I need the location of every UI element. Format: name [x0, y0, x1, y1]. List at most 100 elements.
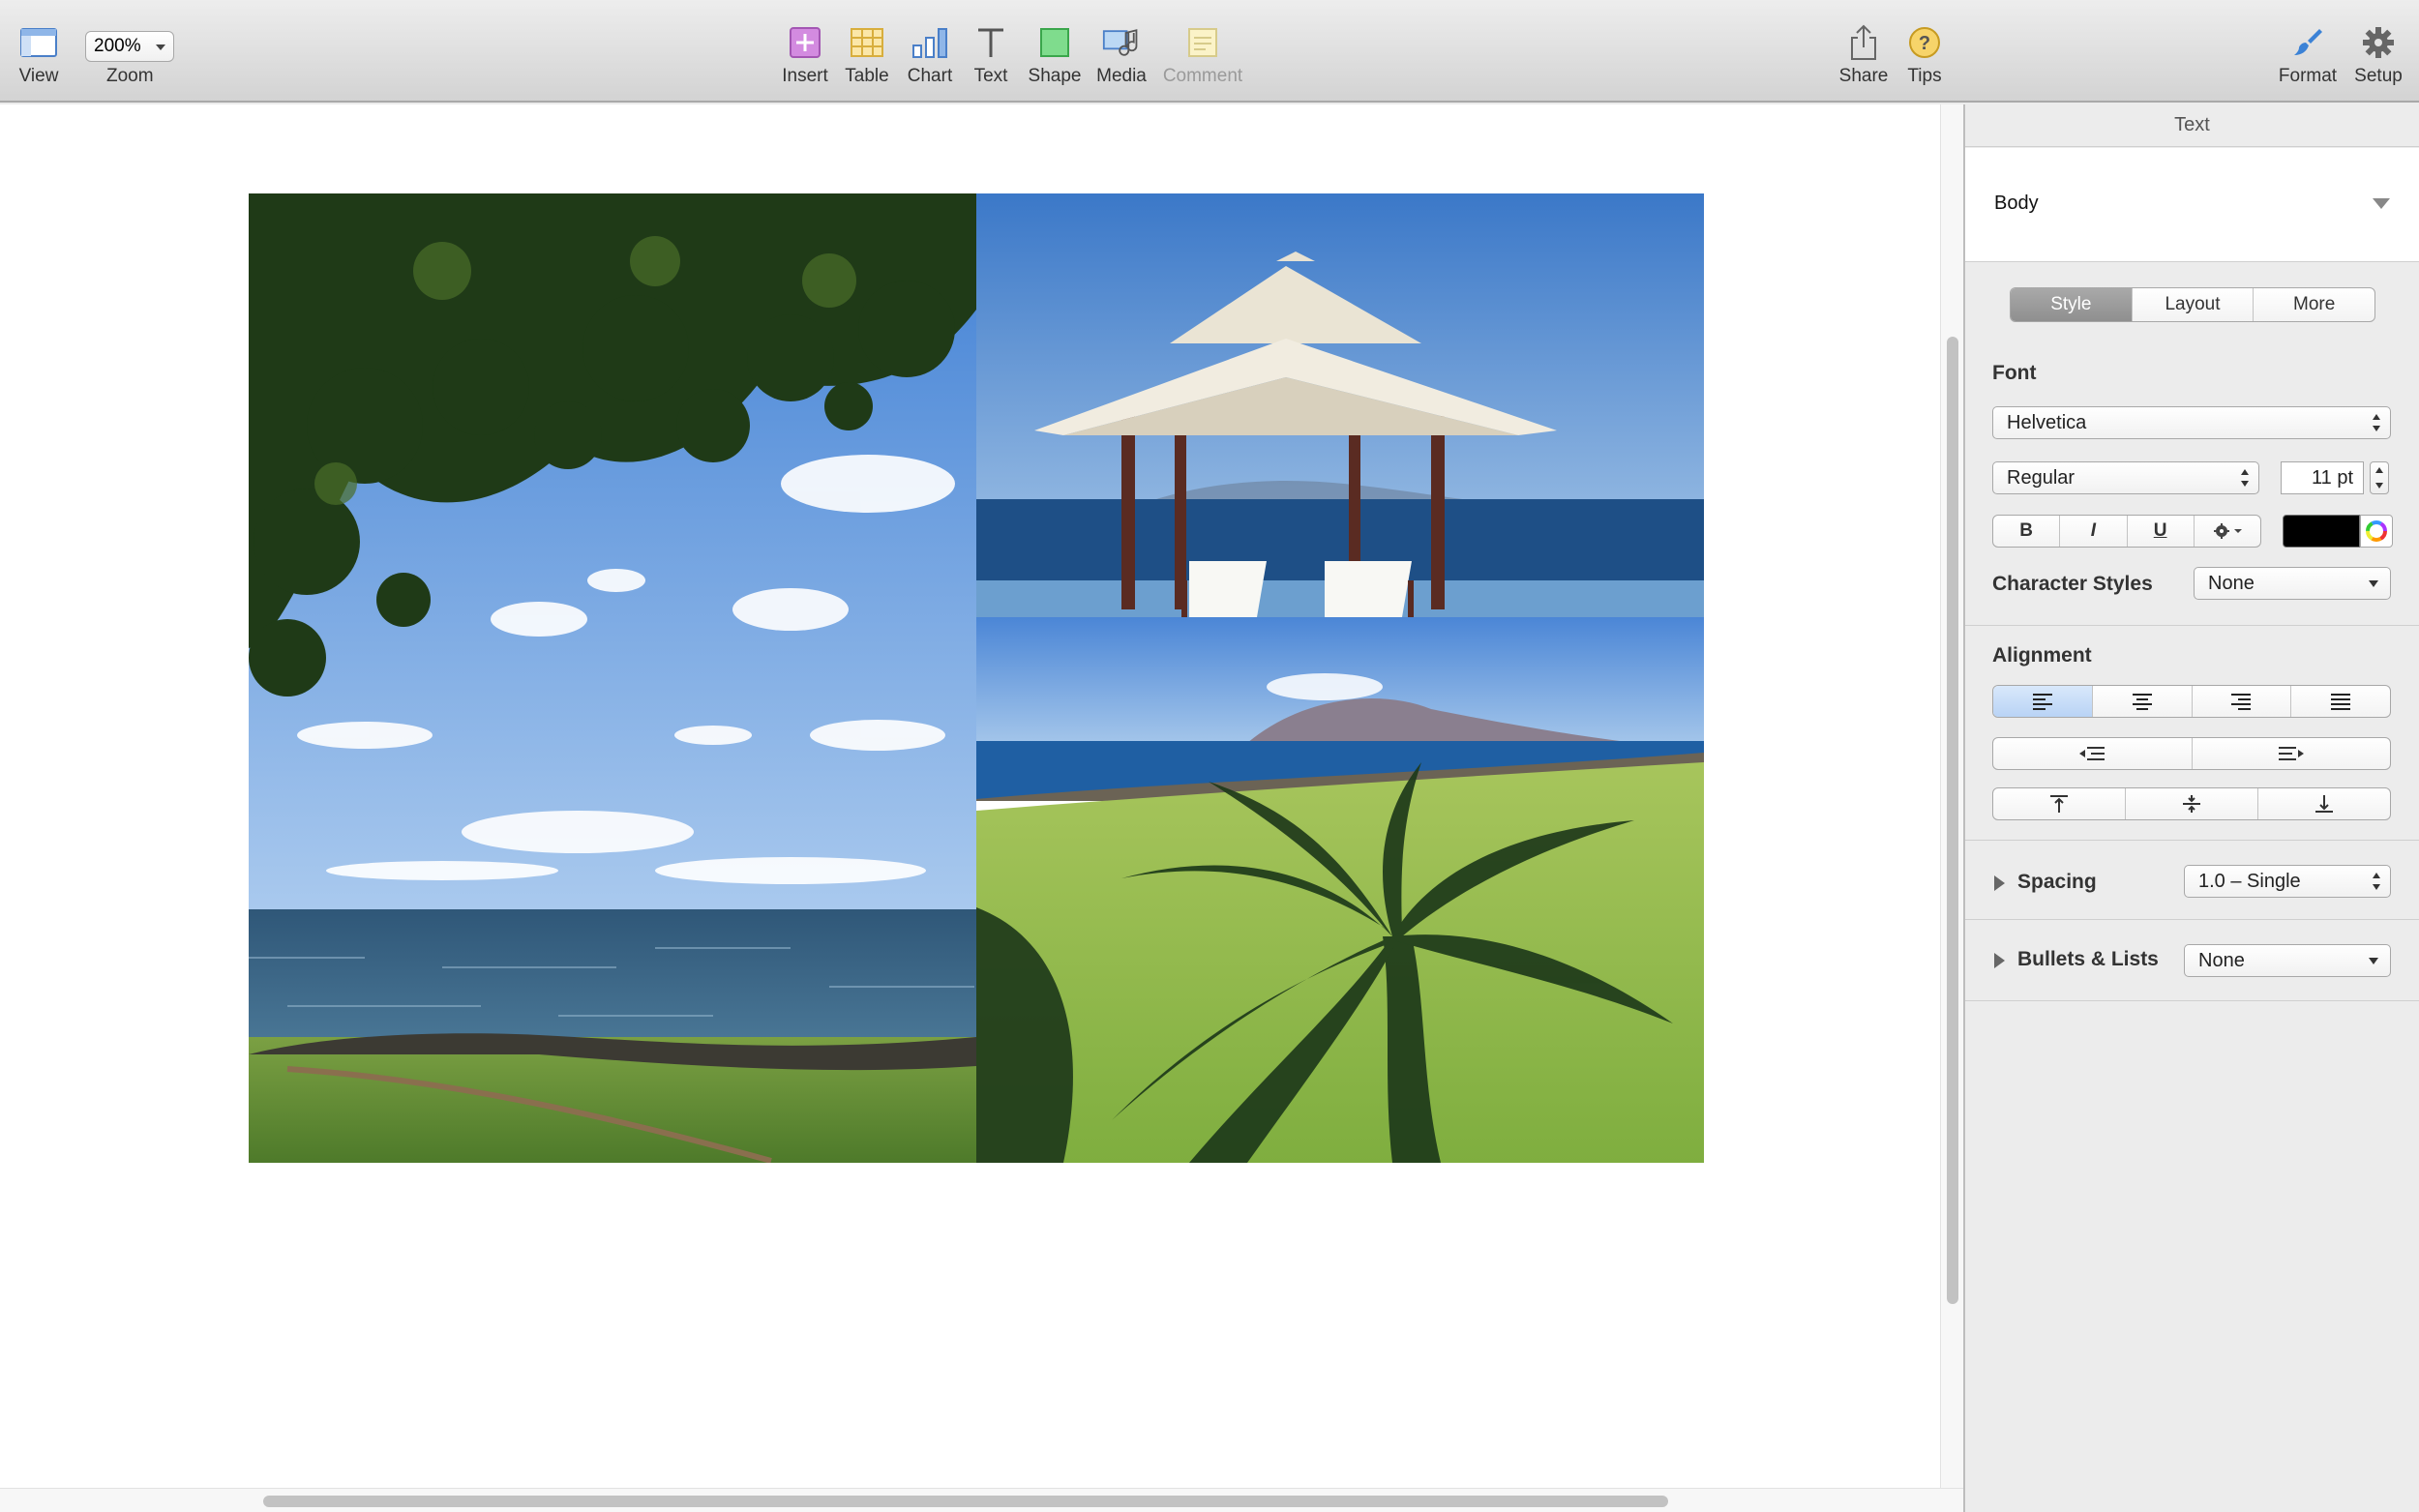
share-label: Share: [1838, 66, 1889, 86]
chart-button[interactable]: Chart: [905, 23, 955, 97]
paragraph-style-selector[interactable]: Body: [1965, 148, 2419, 262]
horizontal-alignment-buttons: [1992, 685, 2391, 718]
disclosure-triangle-icon[interactable]: [1994, 875, 2005, 891]
chart-label: Chart: [907, 66, 953, 86]
shape-label: Shape: [1028, 66, 1082, 86]
zoom-control[interactable]: 200% Zoom: [85, 23, 178, 97]
color-wheel-button[interactable]: [2360, 515, 2393, 548]
character-styles-value: None: [2208, 572, 2255, 594]
font-typeface-value: Regular: [2007, 466, 2076, 489]
decrease-indent-button[interactable]: [1993, 738, 2193, 769]
gear-icon: [2213, 523, 2242, 539]
photo-palm-shadow[interactable]: [976, 617, 1704, 1163]
underline-button[interactable]: U: [2128, 516, 2195, 547]
insert-label: Insert: [782, 66, 828, 86]
font-size-stepper[interactable]: [2370, 461, 2389, 494]
increase-indent-icon: [2278, 747, 2304, 760]
align-middle-button[interactable]: [2126, 788, 2258, 819]
align-top-button[interactable]: [1993, 788, 2126, 819]
horizontal-scrollbar[interactable]: [0, 1488, 1963, 1512]
toolbar: View 200% Zoom Insert Table Chart Text S…: [0, 0, 2419, 103]
align-right-button[interactable]: [2193, 686, 2292, 717]
font-family-popup[interactable]: Helvetica: [1992, 406, 2391, 439]
bullets-value: None: [2198, 949, 2245, 971]
photo-gazebo[interactable]: [976, 193, 1704, 617]
view-button[interactable]: View: [14, 23, 64, 97]
sidebar-title: Text: [1965, 104, 2419, 147]
indent-buttons: [1992, 737, 2391, 770]
chevron-down-icon: [2369, 580, 2378, 587]
font-typeface-popup[interactable]: Regular: [1992, 461, 2259, 494]
text-button[interactable]: Text: [968, 23, 1014, 97]
alignment-section-title: Alignment: [1992, 644, 2092, 667]
tips-button[interactable]: ? Tips: [1902, 23, 1947, 97]
share-button[interactable]: Share: [1837, 23, 1891, 97]
color-wheel-icon: [2366, 520, 2387, 542]
tab-layout[interactable]: Layout: [2133, 288, 2255, 321]
share-icon: [1844, 23, 1883, 62]
format-sidebar: Text Body Style Layout More Font Helveti…: [1965, 104, 2419, 1512]
updown-arrows-icon: [2241, 469, 2249, 487]
zoom-popup[interactable]: 200%: [85, 31, 174, 62]
table-button[interactable]: Table: [842, 23, 892, 97]
spacing-section-title[interactable]: Spacing: [2017, 871, 2097, 894]
vertical-scrollbar[interactable]: [1940, 104, 1963, 1488]
setup-label: Setup: [2354, 66, 2403, 86]
bold-button[interactable]: B: [1993, 516, 2061, 547]
align-left-icon: [2032, 694, 2052, 710]
increase-indent-button[interactable]: [2193, 738, 2391, 769]
tab-style[interactable]: Style: [2011, 288, 2133, 321]
bullets-section-title[interactable]: Bullets & Lists: [2017, 948, 2159, 971]
setup-button[interactable]: Setup: [2351, 23, 2405, 97]
section-divider: [1965, 625, 2419, 626]
spacing-popup[interactable]: 1.0 – Single: [2184, 865, 2391, 898]
sidebar-tabs: Style Layout More: [2010, 287, 2375, 322]
align-center-icon: [2132, 694, 2152, 710]
chevron-down-icon: [2373, 198, 2390, 209]
align-bottom-icon: [2315, 795, 2333, 813]
section-divider: [1965, 1000, 2419, 1001]
format-button[interactable]: Format: [2276, 23, 2340, 97]
media-icon: [1102, 23, 1141, 62]
shape-button[interactable]: Shape: [1028, 23, 1082, 97]
align-center-button[interactable]: [2093, 686, 2193, 717]
align-justify-button[interactable]: [2291, 686, 2390, 717]
spacing-value: 1.0 – Single: [2198, 870, 2301, 892]
view-icon: [19, 23, 58, 62]
character-styles-title: Character Styles: [1992, 573, 2153, 595]
updown-arrows-icon: [2373, 873, 2380, 890]
font-size-field[interactable]: 11 pt: [2281, 461, 2364, 494]
text-icon: [971, 23, 1010, 62]
updown-arrows-icon: [2373, 414, 2380, 431]
insert-button[interactable]: Insert: [777, 23, 833, 97]
tab-more[interactable]: More: [2254, 288, 2374, 321]
align-right-icon: [2231, 694, 2252, 710]
font-family-value: Helvetica: [2007, 411, 2087, 433]
align-left-button[interactable]: [1993, 686, 2093, 717]
align-bottom-button[interactable]: [2258, 788, 2390, 819]
character-styles-popup[interactable]: None: [2194, 567, 2391, 600]
decrease-indent-icon: [2079, 747, 2105, 760]
tips-label: Tips: [1907, 66, 1942, 86]
section-divider: [1965, 840, 2419, 841]
text-color-well[interactable]: [2283, 515, 2360, 548]
horizontal-scroll-thumb[interactable]: [263, 1496, 1668, 1507]
comment-button[interactable]: Comment: [1161, 23, 1244, 97]
comment-label: Comment: [1162, 66, 1243, 86]
text-options-button[interactable]: [2195, 516, 2260, 547]
vertical-scroll-thumb[interactable]: [1947, 337, 1958, 1304]
paragraph-style-name: Body: [1994, 193, 2039, 214]
pages-window: View 200% Zoom Insert Table Chart Text S…: [0, 0, 2419, 1512]
italic-button[interactable]: I: [2060, 516, 2128, 547]
align-justify-icon: [2331, 694, 2351, 710]
photo-tree-ocean[interactable]: [249, 193, 976, 1163]
disclosure-triangle-icon[interactable]: [1994, 953, 2005, 968]
bullets-popup[interactable]: None: [2184, 944, 2391, 977]
table-label: Table: [845, 66, 889, 86]
format-label: Format: [2278, 66, 2338, 86]
shape-icon: [1035, 23, 1074, 62]
media-label: Media: [1096, 66, 1147, 86]
svg-text:?: ?: [1919, 33, 1930, 54]
media-button[interactable]: Media: [1093, 23, 1150, 97]
paintbrush-icon: [2288, 23, 2327, 62]
